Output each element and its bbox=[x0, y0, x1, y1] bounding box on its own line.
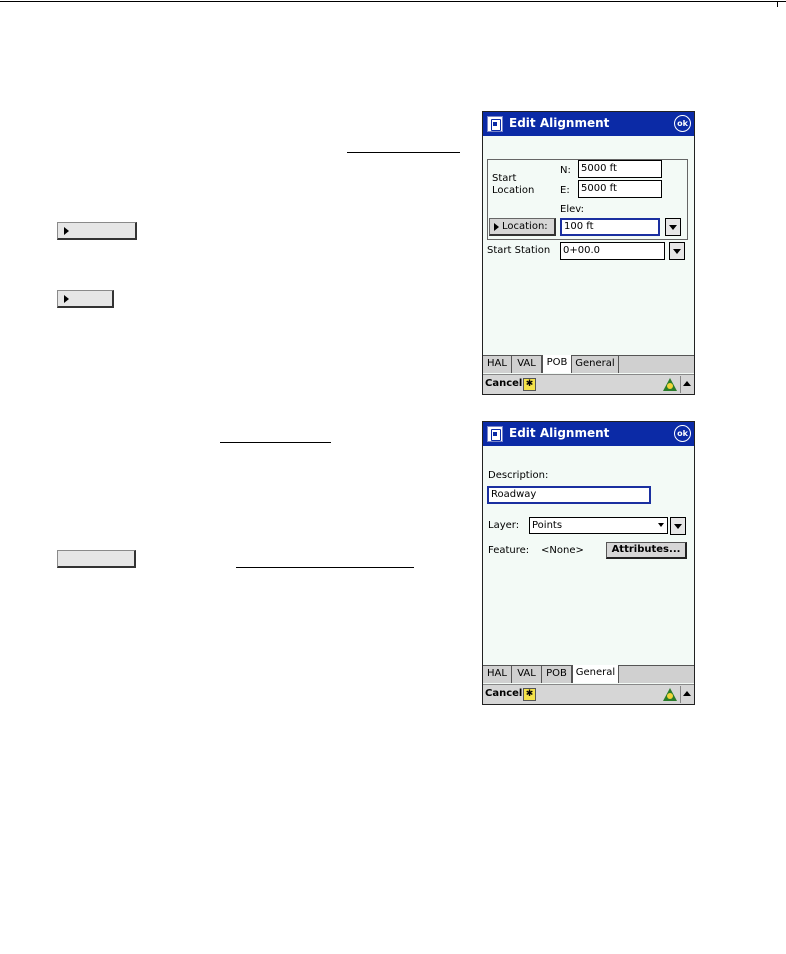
layer-label: Layer: bbox=[488, 520, 520, 531]
ok-button[interactable]: ok bbox=[674, 425, 691, 442]
tab-hal[interactable]: HAL bbox=[483, 356, 512, 373]
start-station-field[interactable]: 0+00.0 bbox=[560, 242, 665, 260]
location-button-label: Location: bbox=[502, 221, 548, 232]
feature-value: <None> bbox=[541, 545, 584, 556]
easting-field[interactable]: 5000 ft bbox=[578, 180, 662, 198]
tab-pob[interactable]: POB bbox=[542, 666, 572, 683]
command-bar-divider bbox=[680, 376, 681, 393]
description-field[interactable]: Roadway bbox=[487, 486, 651, 504]
tab-bar: HAL VAL POB General bbox=[483, 355, 694, 373]
layer-dropdown-icon[interactable] bbox=[670, 517, 686, 535]
command-bar-divider bbox=[680, 686, 681, 703]
chevron-up-icon[interactable] bbox=[683, 381, 691, 386]
chevron-right-icon bbox=[64, 295, 69, 303]
chevron-right-icon bbox=[64, 227, 69, 235]
cancel-button[interactable]: Cancel bbox=[485, 378, 522, 389]
start-station-label: Start Station bbox=[487, 245, 551, 256]
tab-val[interactable]: VAL bbox=[512, 356, 542, 373]
northing-field[interactable]: 5000 ft bbox=[578, 160, 662, 178]
input-panel-icon[interactable] bbox=[663, 378, 677, 391]
tab-general[interactable]: General bbox=[572, 665, 619, 683]
favorite-star-icon[interactable]: ✱ bbox=[523, 688, 536, 701]
doc-underline-3 bbox=[236, 567, 414, 568]
alignment-app-icon[interactable] bbox=[487, 116, 503, 132]
command-bar: Cancel ✱ bbox=[483, 684, 694, 704]
tab-general[interactable]: General bbox=[572, 356, 619, 373]
doc-button-3[interactable] bbox=[57, 550, 136, 568]
tab-pob[interactable]: POB bbox=[542, 355, 572, 373]
start-station-dropdown-icon[interactable] bbox=[669, 242, 685, 260]
input-panel-icon[interactable] bbox=[663, 688, 677, 701]
cancel-button[interactable]: Cancel bbox=[485, 688, 522, 699]
edit-alignment-window-general: Edit Alignment ok Description: Roadway L… bbox=[482, 421, 695, 705]
elevation-label: Elev: bbox=[560, 204, 584, 215]
doc-underline-1 bbox=[347, 152, 460, 153]
page-top-tick bbox=[777, 1, 778, 7]
feature-label: Feature: bbox=[488, 545, 530, 556]
doc-underline-2 bbox=[220, 442, 331, 443]
window-title: Edit Alignment bbox=[509, 116, 610, 130]
tab-hal[interactable]: HAL bbox=[483, 666, 512, 683]
layer-select[interactable]: Points bbox=[529, 517, 668, 534]
command-bar: Cancel ✱ bbox=[483, 374, 694, 394]
tab-val[interactable]: VAL bbox=[512, 666, 542, 683]
elevation-dropdown-icon[interactable] bbox=[665, 218, 681, 236]
elevation-field[interactable]: 100 ft bbox=[560, 218, 660, 236]
tab-bar: HAL VAL POB General bbox=[483, 665, 694, 683]
chevron-right-icon bbox=[494, 223, 499, 231]
doc-expand-button-2[interactable] bbox=[57, 290, 114, 308]
attributes-button[interactable]: Attributes... bbox=[606, 542, 687, 559]
ok-button[interactable]: ok bbox=[674, 115, 691, 132]
doc-expand-button-1[interactable] bbox=[57, 222, 137, 240]
chevron-up-icon[interactable] bbox=[683, 691, 691, 696]
alignment-app-icon[interactable] bbox=[487, 426, 503, 442]
edit-alignment-window-pob: Edit Alignment ok Start Location N: 5000… bbox=[482, 111, 695, 395]
title-bar: Edit Alignment ok bbox=[483, 422, 694, 446]
description-label: Description: bbox=[488, 470, 549, 481]
page-top-rule bbox=[0, 1, 786, 2]
favorite-star-icon[interactable]: ✱ bbox=[523, 378, 536, 391]
easting-label: E: bbox=[560, 185, 570, 196]
location-button[interactable]: Location: bbox=[489, 218, 556, 236]
start-location-label: Start Location bbox=[492, 173, 535, 196]
title-bar: Edit Alignment ok bbox=[483, 112, 694, 136]
northing-label: N: bbox=[560, 165, 571, 176]
window-title: Edit Alignment bbox=[509, 426, 610, 440]
